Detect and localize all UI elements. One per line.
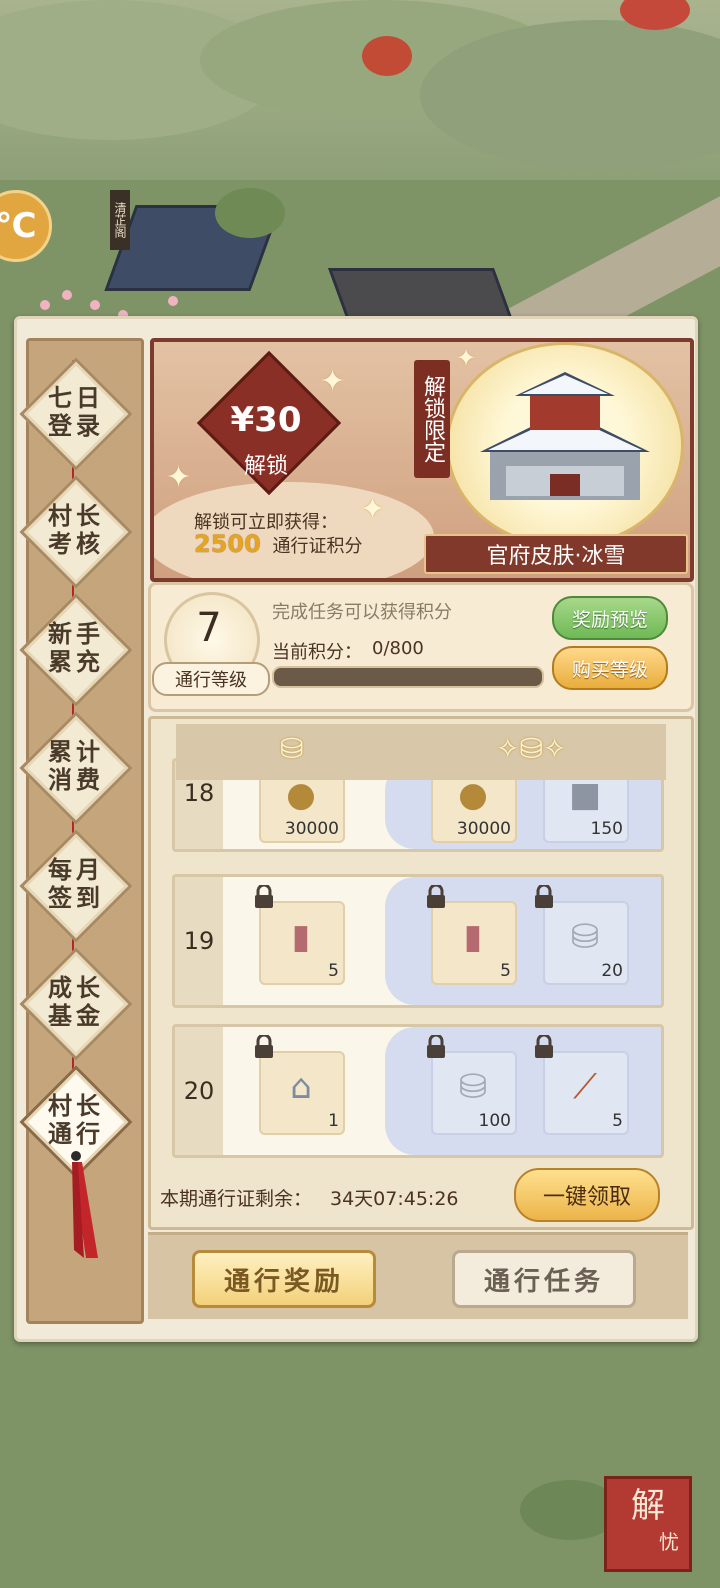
reward-item[interactable]: ▮ 5	[259, 901, 345, 985]
item-quantity: 5	[612, 1111, 623, 1131]
reward-columns-header: ⛁ ✧⛁✧	[176, 724, 666, 780]
reward-item[interactable]: ⟋ 5	[543, 1051, 629, 1135]
skin-name-label: 官府皮肤·冰雪	[424, 534, 688, 574]
points-progress-bar	[272, 666, 544, 688]
silver-ingot-icon: ⛁	[570, 917, 600, 957]
lock-icon	[427, 885, 445, 908]
book-icon: ▮	[463, 917, 483, 957]
sparkle-icon: ✦	[360, 492, 386, 527]
reward-item[interactable]: ⛁ 100	[431, 1051, 517, 1135]
tab-monthly-signin[interactable]: 每月 签到	[36, 844, 116, 924]
building-icon: ⌂	[290, 1067, 312, 1107]
tab-label-line: 登录	[48, 411, 104, 440]
tab-label-line: 累充	[48, 647, 104, 676]
claim-all-button[interactable]: 一键领取	[514, 1168, 660, 1222]
cherry-blossom	[90, 300, 100, 310]
reward-item[interactable]: ▮ 5	[431, 901, 517, 985]
tab-chief-assessment[interactable]: 村长 考核	[36, 490, 116, 570]
unlock-price[interactable]: ¥30	[205, 400, 327, 440]
item-quantity: 30000	[456, 819, 511, 839]
tab-label-line: 考核	[48, 529, 104, 558]
row-level-number: 18	[183, 779, 215, 807]
sparkle-icon: ✦	[166, 460, 192, 495]
cherry-blossom	[40, 300, 50, 310]
tab-label-line: 成长	[48, 973, 104, 1002]
pass-level-value: 7	[196, 605, 222, 651]
tab-pass-rewards[interactable]: 通行奖励	[192, 1250, 376, 1308]
cherry-blossom	[168, 296, 178, 306]
tab-label-line: 新手	[48, 619, 104, 648]
reward-row: 20 ⌂ 1 ⛁ 100 ⟋ 5	[172, 1024, 664, 1158]
lock-icon	[535, 885, 553, 908]
sparkle-icon: ✦	[456, 344, 477, 372]
jieyou-stamp-button[interactable]: 解 忧	[604, 1476, 692, 1572]
current-points-value: 0/800	[372, 638, 424, 659]
tab-cumulative-spend[interactable]: 累计 消费	[36, 726, 116, 806]
tab-newbie-recharge[interactable]: 新手 累充	[36, 608, 116, 688]
tab-pass-tasks[interactable]: 通行任务	[452, 1250, 636, 1308]
limited-tag: 解锁限定	[414, 360, 450, 478]
free-ingot-icon: ⛁	[280, 732, 304, 765]
stamp-char: 解	[631, 1486, 665, 1526]
item-quantity: 150	[590, 819, 623, 839]
premium-ingot-icon: ✧⛁✧	[496, 732, 567, 765]
item-quantity: 5	[328, 961, 339, 981]
red-tassel-icon	[71, 1151, 98, 1258]
activity-icon: ℃	[0, 206, 37, 246]
unlock-points-label: 通行证积分	[272, 536, 363, 557]
row-level-number: 19	[183, 927, 215, 955]
tab-label-line: 基金	[48, 1001, 104, 1030]
cherry-blossom	[62, 290, 72, 300]
lock-icon	[255, 885, 273, 908]
tab-growth-fund[interactable]: 成长 基金	[36, 962, 116, 1042]
item-quantity: 100	[478, 1111, 511, 1131]
lock-icon	[255, 1035, 273, 1058]
reward-item[interactable]: ⌂ 1	[259, 1051, 345, 1135]
book-icon: ▮	[291, 917, 311, 957]
task-hint-text: 完成任务可以获得积分	[272, 602, 452, 623]
tab-label-line: 每月	[48, 855, 104, 884]
pass-remaining-time: 34天07:45:26	[330, 1188, 459, 1210]
tab-label-line: 七日	[48, 383, 104, 412]
item-quantity: 20	[601, 961, 623, 981]
current-points-label: 当前积分：	[272, 642, 362, 663]
tab-label-line: 通行	[48, 1119, 104, 1148]
tab-label-line: 村长	[48, 501, 104, 530]
tab-label-line: 签到	[48, 883, 104, 912]
stamp-char: 忧	[659, 1530, 679, 1554]
tree	[215, 188, 285, 238]
row-level: 20	[175, 1027, 223, 1155]
item-quantity: 5	[500, 961, 511, 981]
reward-item[interactable]: ⛁ 20	[543, 901, 629, 985]
tab-chief-pass[interactable]: 村长 通行	[36, 1080, 116, 1160]
unlock-points-line: 2500 通行证积分	[194, 530, 363, 558]
row-level-number: 20	[183, 1077, 215, 1105]
pass-remaining-label: 本期通行证剩余：	[160, 1188, 313, 1210]
tab-label-line: 村长	[48, 1091, 104, 1120]
building-sign: 清芷阁	[110, 190, 130, 250]
pass-level-label: 通行等级	[152, 662, 270, 696]
tab-label-line: 累计	[48, 737, 104, 766]
reward-row: 19 ▮ 5 ▮ 5 ⛁ 20	[172, 874, 664, 1008]
red-maple-tree	[362, 36, 412, 76]
brush-icon: ⟋	[573, 1067, 597, 1107]
row-level: 19	[175, 877, 223, 1005]
unlock-points-value: 2500	[194, 530, 261, 558]
item-quantity: 30000	[284, 819, 339, 839]
tab-label-line: 消费	[48, 765, 104, 794]
lock-icon	[427, 1035, 445, 1058]
tab-seven-day-login[interactable]: 七日 登录	[36, 372, 116, 452]
sparkle-icon: ✦	[320, 364, 346, 399]
winter-mansion-icon	[480, 372, 650, 500]
silver-ingot-icon: ⛁	[458, 1067, 488, 1107]
item-quantity: 1	[328, 1111, 339, 1131]
buy-level-button[interactable]: 购买等级	[552, 646, 668, 690]
lock-icon	[535, 1035, 553, 1058]
reward-preview-button[interactable]: 奖励预览	[552, 596, 668, 640]
unlock-price-label[interactable]: 解锁	[205, 448, 327, 480]
